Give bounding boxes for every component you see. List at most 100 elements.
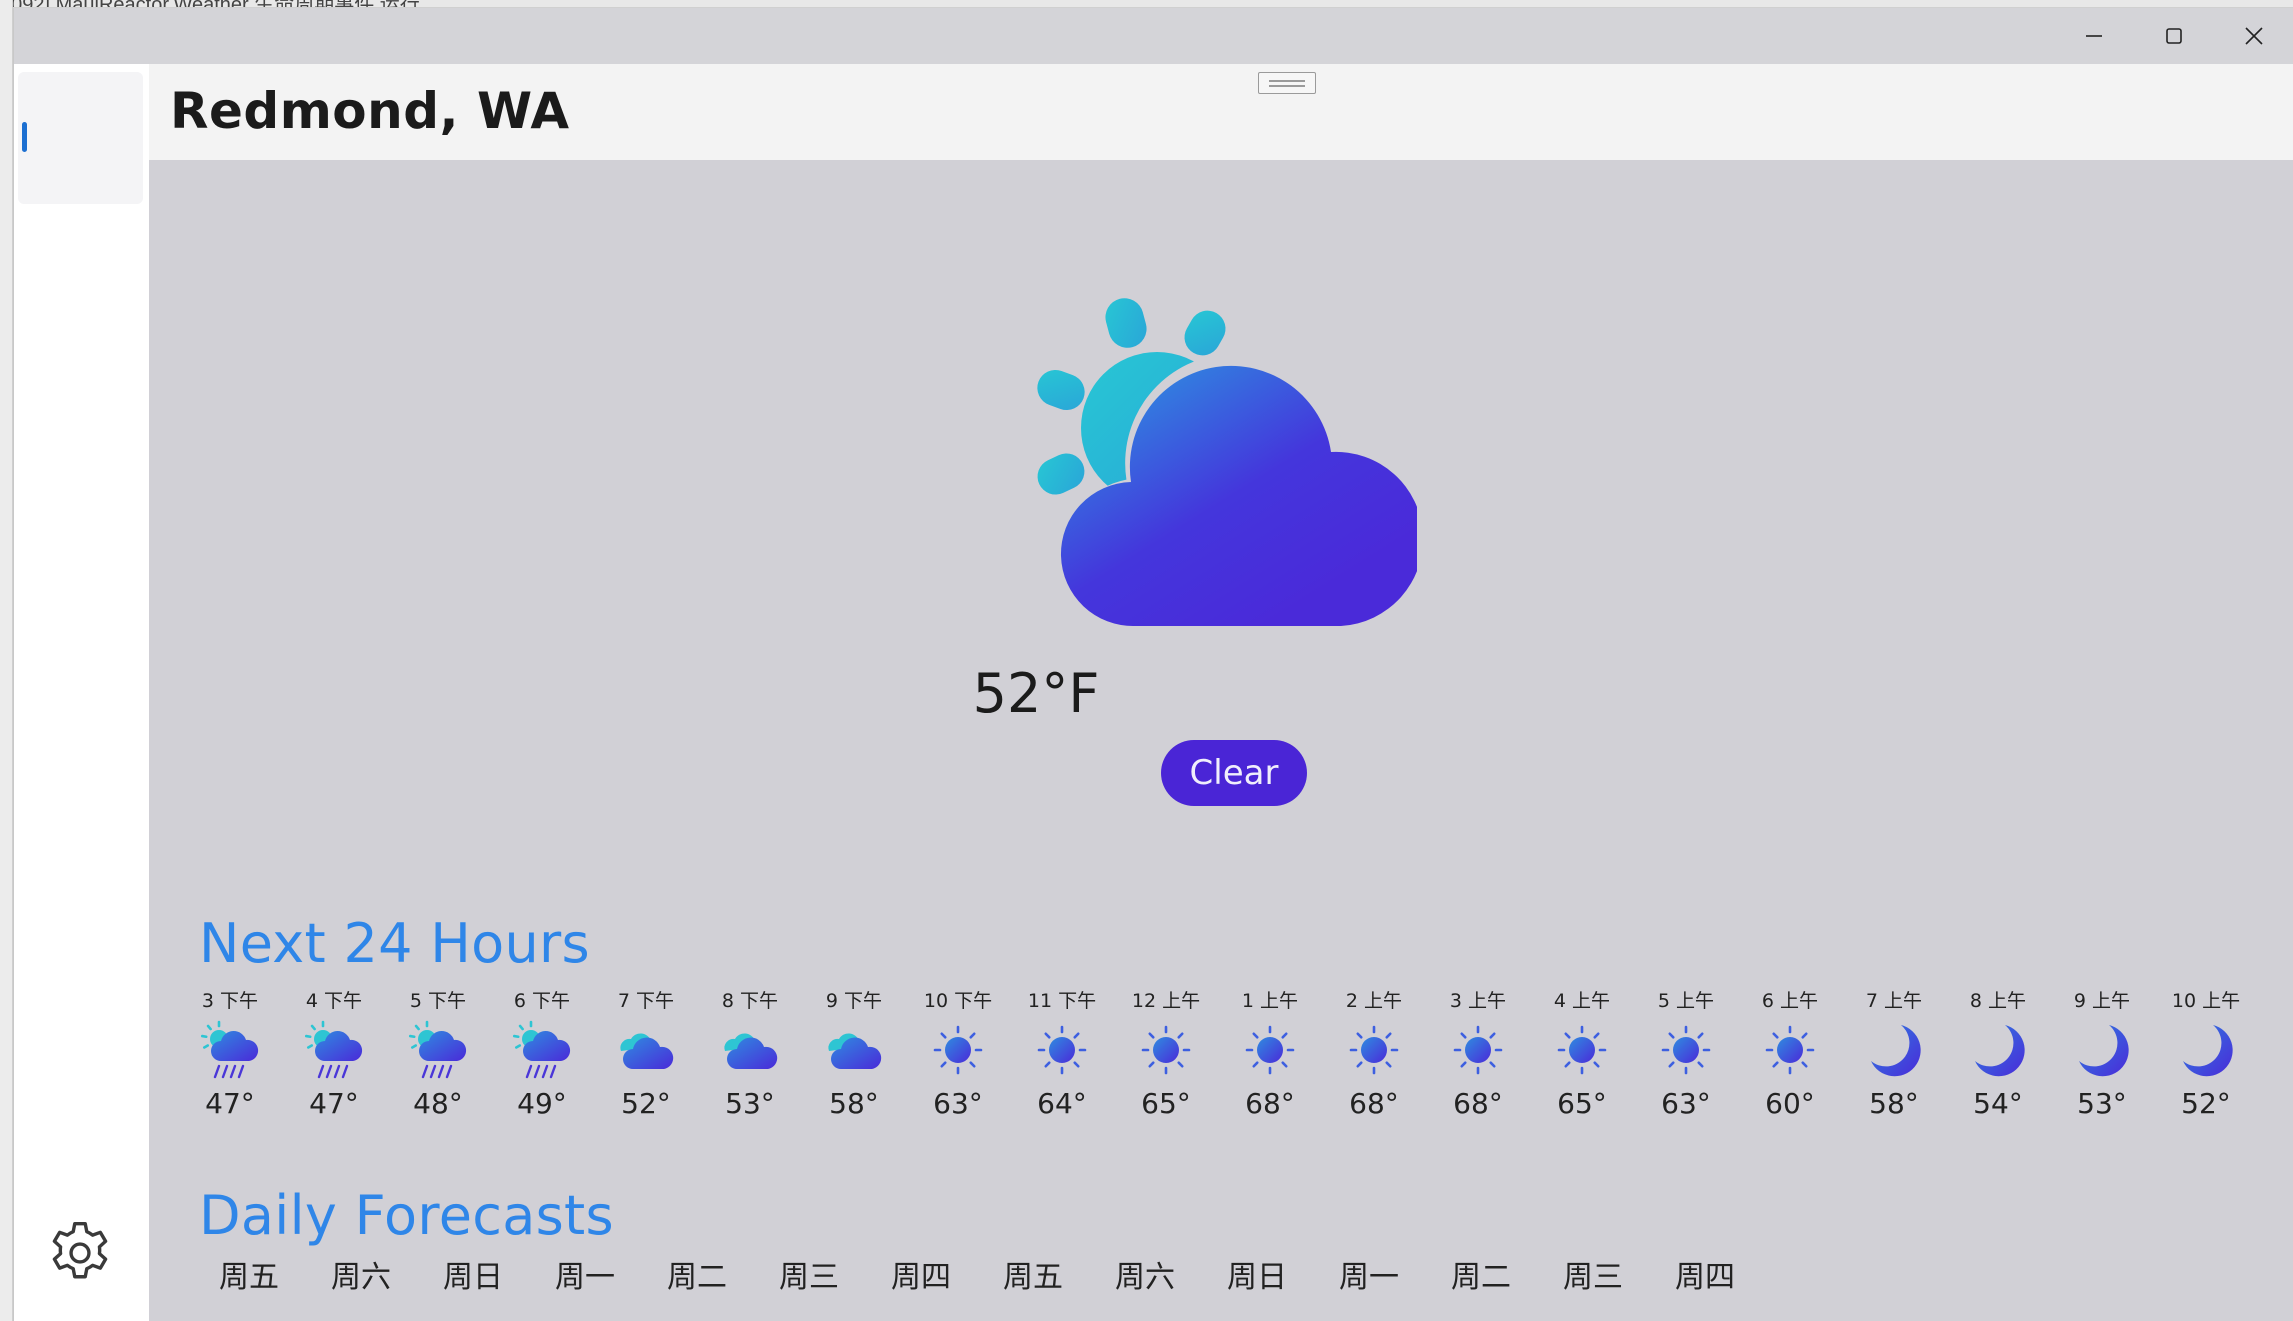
hourly-item[interactable]: 3 上午 68° bbox=[1426, 986, 1530, 1126]
hourly-temperature: 48° bbox=[413, 1087, 463, 1120]
sun-icon bbox=[1738, 1016, 1842, 1084]
hourly-time: 3 下午 bbox=[201, 990, 259, 1012]
hourly-temperature: 52° bbox=[621, 1087, 671, 1120]
sun-icon bbox=[1426, 1016, 1530, 1084]
rain-icon bbox=[490, 1016, 594, 1084]
hourly-time: 6 上午 bbox=[1761, 990, 1819, 1012]
sidebar-item-home[interactable] bbox=[18, 72, 143, 204]
daily-item[interactable]: 周五 bbox=[193, 1252, 305, 1296]
rain-icon bbox=[282, 1016, 386, 1084]
daily-item[interactable]: 周二 bbox=[641, 1252, 753, 1296]
daily-item[interactable]: 周五 bbox=[977, 1252, 1089, 1296]
current-temperature: 52°F bbox=[972, 662, 1100, 725]
sun-icon bbox=[1114, 1016, 1218, 1084]
moon-icon bbox=[2050, 1016, 2154, 1084]
hourly-item[interactable]: 6 上午 60° bbox=[1738, 986, 1842, 1126]
daily-item[interactable]: 周六 bbox=[305, 1252, 417, 1296]
daily-item[interactable]: 周一 bbox=[529, 1252, 641, 1296]
hourly-time: 5 上午 bbox=[1657, 990, 1715, 1012]
daily-item[interactable]: 周四 bbox=[865, 1252, 977, 1296]
background-window-strip: 3092] MauiReactor.Weather 生命周期事件 运行 bbox=[0, 0, 2293, 8]
hourly-item[interactable]: 3 下午 47° bbox=[178, 986, 282, 1126]
minimize-icon bbox=[2086, 35, 2102, 37]
settings-button[interactable] bbox=[41, 1214, 119, 1292]
close-icon bbox=[2245, 27, 2263, 45]
hourly-item[interactable]: 10 下午 63° bbox=[906, 986, 1010, 1126]
hourly-temperature: 64° bbox=[1037, 1087, 1087, 1120]
hourly-item[interactable]: 7 上午 58° bbox=[1842, 986, 1946, 1126]
sun-icon bbox=[1218, 1016, 1322, 1084]
hourly-item[interactable]: 5 下午 48° bbox=[386, 986, 490, 1126]
hourly-temperature: 47° bbox=[205, 1087, 255, 1120]
hourly-temperature: 58° bbox=[1869, 1087, 1919, 1120]
sun-icon bbox=[906, 1016, 1010, 1084]
moon-icon bbox=[1946, 1016, 2050, 1084]
background-left-strip bbox=[0, 0, 13, 1321]
partly-cloudy-icon bbox=[594, 1016, 698, 1084]
hourly-item[interactable]: 4 下午 47° bbox=[282, 986, 386, 1126]
hourly-item[interactable]: 11 下午 64° bbox=[1010, 986, 1114, 1126]
hourly-item[interactable]: 9 下午 58° bbox=[802, 986, 906, 1126]
partly-cloudy-icon bbox=[802, 1016, 906, 1084]
sidebar-selection-indicator bbox=[22, 122, 27, 152]
hourly-item[interactable]: 12 上午 65° bbox=[1114, 986, 1218, 1126]
daily-item[interactable]: 周四 bbox=[1649, 1252, 1761, 1296]
gear-icon bbox=[52, 1222, 108, 1279]
daily-forecast-list[interactable]: 周五 周六 周日 周一 周二 周三 周四 周五 周六 周日 周一 周二 周三 周四 bbox=[193, 1252, 1761, 1296]
background-window-title: 3092] MauiReactor.Weather 生命周期事件 运行 bbox=[0, 0, 420, 7]
condition-badge[interactable]: Clear bbox=[1161, 740, 1307, 806]
hourly-time: 6 下午 bbox=[513, 990, 571, 1012]
daily-section-title: Daily Forecasts bbox=[199, 1184, 614, 1247]
hourly-temperature: 68° bbox=[1245, 1087, 1295, 1120]
sidebar bbox=[14, 64, 149, 1321]
daily-item[interactable]: 周一 bbox=[1313, 1252, 1425, 1296]
hourly-item[interactable]: 1 上午 68° bbox=[1218, 986, 1322, 1126]
hourly-time: 8 下午 bbox=[721, 990, 779, 1012]
hourly-temperature: 63° bbox=[1661, 1087, 1711, 1120]
daily-item[interactable]: 周日 bbox=[417, 1252, 529, 1296]
main-content: 52°F Clear Next 24 Hours 3 下午 47° 4 下午 47° 5… bbox=[149, 160, 2293, 1321]
close-button[interactable] bbox=[2214, 8, 2293, 64]
hourly-item[interactable]: 10 上午 52° bbox=[2154, 986, 2258, 1126]
hourly-item[interactable]: 8 下午 53° bbox=[698, 986, 802, 1126]
hourly-time: 4 上午 bbox=[1553, 990, 1611, 1012]
hourly-temperature: 54° bbox=[1973, 1087, 2023, 1120]
hourly-time: 9 上午 bbox=[2073, 990, 2131, 1012]
daily-item[interactable]: 周六 bbox=[1089, 1252, 1201, 1296]
rain-icon bbox=[178, 1016, 282, 1084]
daily-item[interactable]: 周二 bbox=[1425, 1252, 1537, 1296]
maximize-button[interactable] bbox=[2134, 8, 2214, 64]
maximize-icon bbox=[2166, 28, 2182, 44]
hourly-item[interactable]: 6 下午 49° bbox=[490, 986, 594, 1126]
hourly-temperature: 49° bbox=[517, 1087, 567, 1120]
hourly-temperature: 68° bbox=[1453, 1087, 1503, 1120]
sun-icon bbox=[1530, 1016, 1634, 1084]
hourly-item[interactable]: 5 上午 63° bbox=[1634, 986, 1738, 1126]
hourly-item[interactable]: 8 上午 54° bbox=[1946, 986, 2050, 1126]
hourly-time: 10 上午 bbox=[2171, 990, 2241, 1012]
hourly-forecast-list[interactable]: 3 下午 47° 4 下午 47° 5 下午 48° 6 下午 49° 7 下午 52° 8 下午 5… bbox=[178, 986, 2258, 1126]
rain-icon bbox=[386, 1016, 490, 1084]
moon-icon bbox=[2154, 1016, 2258, 1084]
partly-cloudy-icon bbox=[698, 1016, 802, 1084]
hourly-item[interactable]: 4 上午 65° bbox=[1530, 986, 1634, 1126]
hourly-time: 8 上午 bbox=[1969, 990, 2027, 1012]
minimize-button[interactable] bbox=[2054, 8, 2134, 64]
hourly-time: 1 上午 bbox=[1241, 990, 1299, 1012]
title-bar[interactable] bbox=[14, 8, 2293, 64]
hourly-item[interactable]: 7 下午 52° bbox=[594, 986, 698, 1126]
hourly-time: 11 下午 bbox=[1027, 990, 1097, 1012]
hourly-time: 7 上午 bbox=[1865, 990, 1923, 1012]
hourly-temperature: 47° bbox=[309, 1087, 359, 1120]
hourly-time: 2 上午 bbox=[1345, 990, 1403, 1012]
hourly-time: 5 下午 bbox=[409, 990, 467, 1012]
drag-handle[interactable] bbox=[1258, 72, 1316, 94]
daily-item[interactable]: 周日 bbox=[1201, 1252, 1313, 1296]
sun-icon bbox=[1634, 1016, 1738, 1084]
daily-item[interactable]: 周三 bbox=[1537, 1252, 1649, 1296]
daily-item[interactable]: 周三 bbox=[753, 1252, 865, 1296]
hourly-item[interactable]: 2 上午 68° bbox=[1322, 986, 1426, 1126]
hourly-section-title: Next 24 Hours bbox=[199, 912, 590, 975]
page-title: Redmond, WA bbox=[170, 82, 570, 140]
hourly-item[interactable]: 9 上午 53° bbox=[2050, 986, 2154, 1126]
